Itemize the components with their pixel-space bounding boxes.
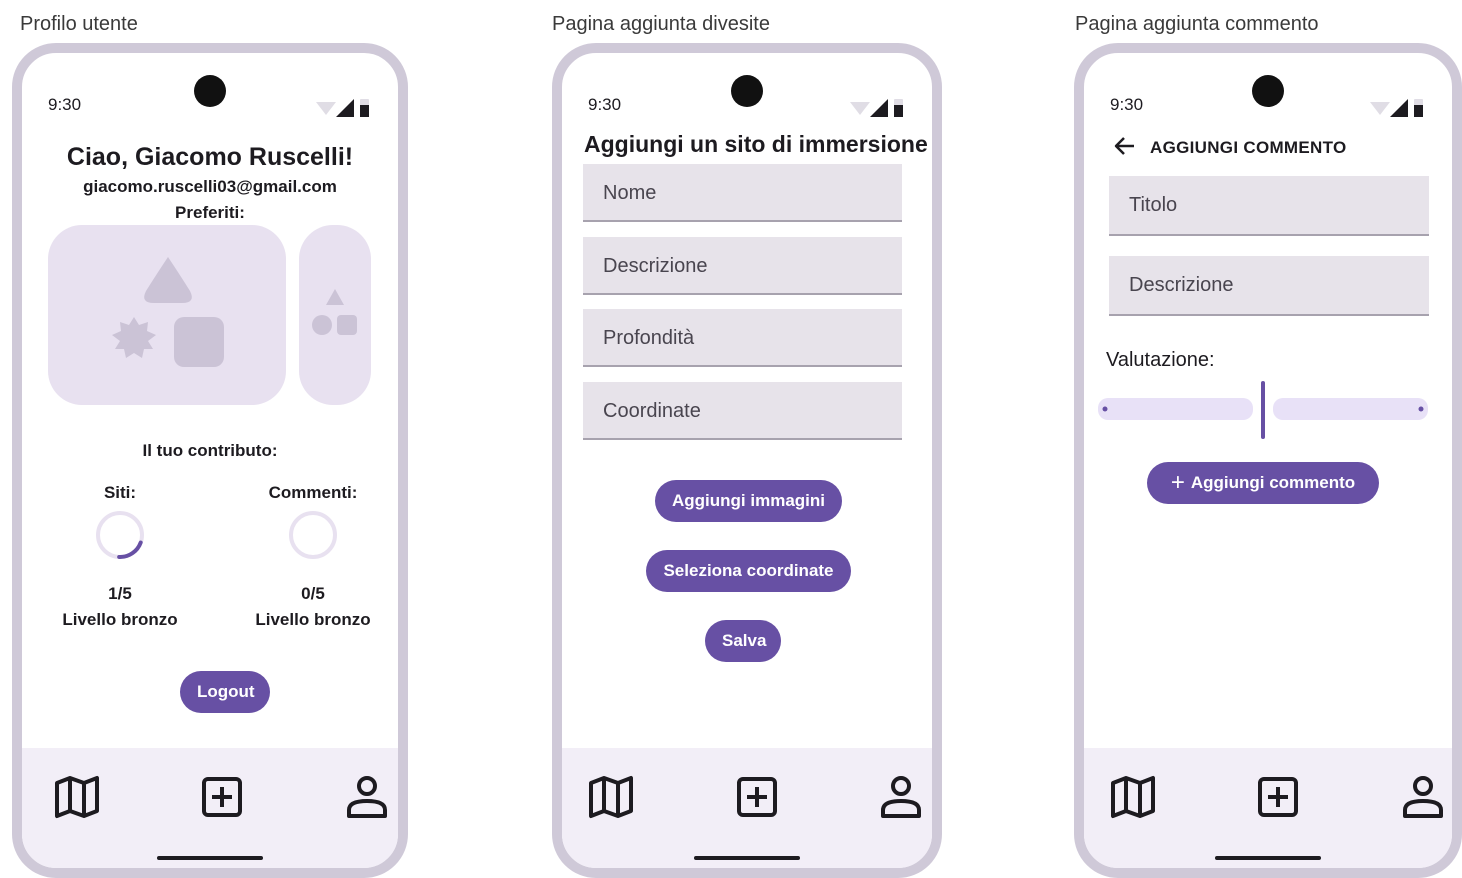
signal-battery-icon [316,99,369,117]
signal-battery-icon [850,99,903,117]
placeholder-shapes-icon [112,257,224,367]
favorite-card[interactable] [48,225,286,405]
description-field[interactable]: Descrizione [1109,256,1429,316]
person-icon[interactable] [876,772,926,822]
coordinates-field[interactable]: Coordinate [583,382,902,440]
camera-cutout [731,75,763,107]
map-icon[interactable] [586,772,636,822]
sites-progress-ring [96,511,144,559]
user-email: giacomo.ruscelli03@gmail.com [83,177,337,196]
bottom-nav [1084,748,1452,868]
phone-profile: 9:30 Ciao, Giacomo Ruscelli! giacomo.rus… [12,43,408,878]
screen-title-add-comment: Pagina aggiunta commento [1075,13,1319,35]
status-time: 9:30 [588,95,622,114]
contribution-label: Il tuo contributo: [142,441,278,460]
home-indicator[interactable] [694,856,800,860]
add-box-icon[interactable] [197,772,247,822]
add-box-icon[interactable] [1253,772,1303,822]
map-icon[interactable] [1108,772,1158,822]
greeting: Ciao, Giacomo Ruscelli! [66,143,354,171]
comments-label: Commenti: [268,483,358,502]
add-comment-button[interactable]: + Aggiungi commento [1147,462,1379,504]
person-icon[interactable] [342,772,392,822]
add-images-button[interactable]: Aggiungi immagini [655,480,842,522]
comments-level: Livello bronzo [255,610,371,629]
add-comment-label: Aggiungi commento [1190,473,1356,492]
signal-battery-icon [1370,99,1423,117]
sites-label: Siti: [103,483,137,502]
sites-level: Livello bronzo [62,610,178,629]
rating-label: Valutazione: [1106,349,1215,371]
bottom-nav [22,748,398,868]
favorites-label: Preferiti: [175,203,245,222]
depth-field[interactable]: Profondità [583,309,902,367]
person-icon[interactable] [1398,772,1448,822]
camera-cutout [1252,75,1284,107]
screen-title-profile: Profilo utente [20,13,138,35]
map-icon[interactable] [52,772,102,822]
screen-title-add-divesite: Pagina aggiunta divesite [552,13,770,35]
save-button[interactable]: Salva [705,620,781,662]
status-time: 9:30 [1110,95,1144,114]
bottom-nav [562,748,932,868]
placeholder-shapes-icon [312,289,357,335]
comments-progress-ring [289,511,337,559]
plus-icon: + [1170,469,1185,496]
favorite-card[interactable] [299,225,371,405]
rating-slider[interactable] [1098,381,1428,439]
logout-button[interactable]: Logout [180,671,270,713]
home-indicator[interactable] [1215,856,1321,860]
camera-cutout [194,75,226,107]
select-coordinates-button[interactable]: Seleziona coordinate [646,550,851,592]
description-field[interactable]: Descrizione [583,237,902,295]
sites-count: 1/5 [108,584,132,603]
title-field[interactable]: Titolo [1109,176,1429,236]
phone-add-comment: 9:30 AGGIUNGI COMMENTO Titolo Descrizion… [1074,43,1462,878]
home-indicator[interactable] [157,856,263,860]
name-field[interactable]: Nome [583,164,902,222]
status-time: 9:30 [48,95,82,114]
add-box-icon[interactable] [732,772,782,822]
page-title: AGGIUNGI COMMENTO [1150,138,1347,157]
back-arrow-icon[interactable] [1114,135,1136,157]
phone-add-divesite: 9:30 Aggiungi un sito di immersione Nome… [552,43,942,878]
comments-count: 0/5 [301,584,325,603]
page-title: Aggiungi un sito di immersione [584,131,928,157]
